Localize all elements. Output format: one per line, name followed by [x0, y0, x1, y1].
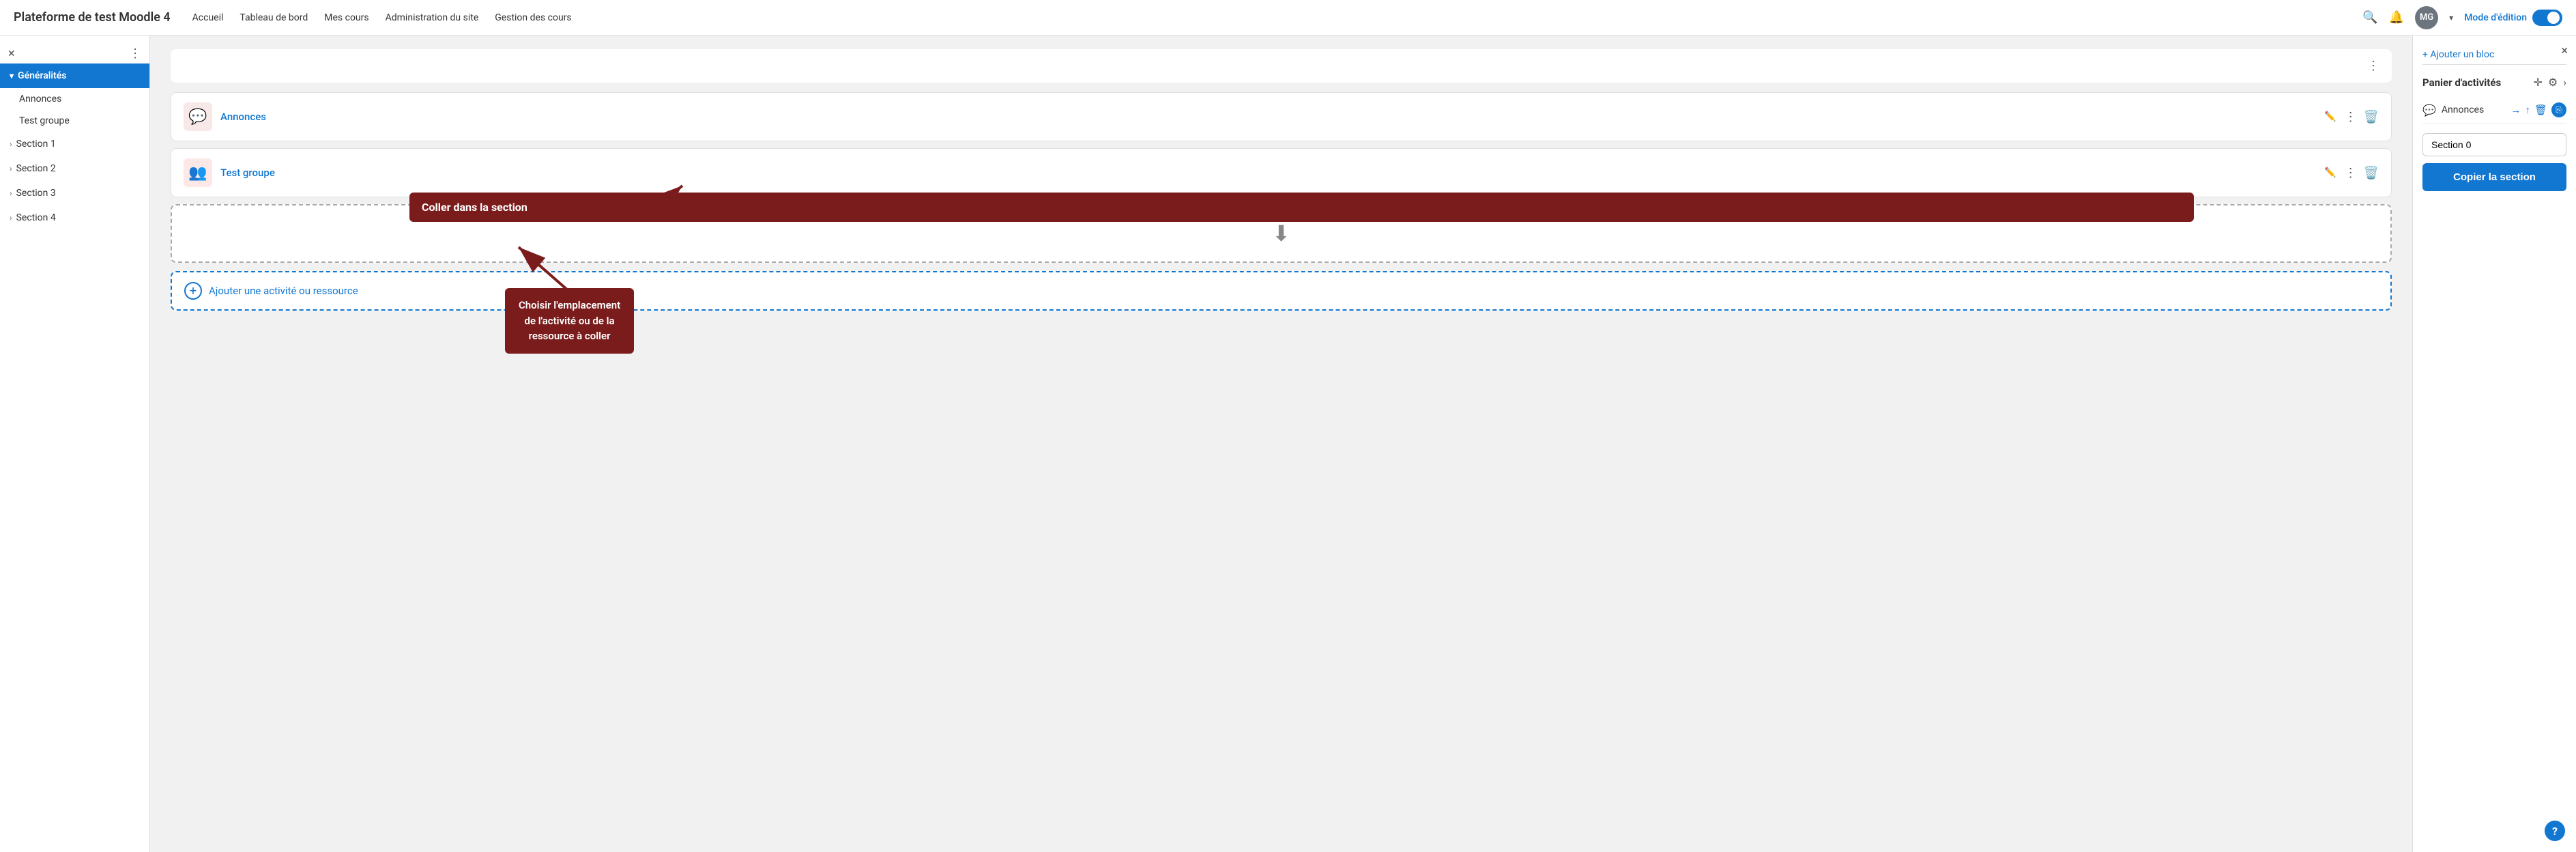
activity-actions-annonces: ⋮ 🗑️	[2345, 110, 2379, 124]
sidebar-close-icon[interactable]: ×	[8, 46, 15, 61]
top-navigation: Plateforme de test Moodle 4 Accueil Tabl…	[0, 0, 2576, 36]
sidebar-section-1[interactable]: › Section 1	[0, 132, 149, 156]
nav-tableau-de-bord[interactable]: Tableau de bord	[240, 12, 308, 23]
trash-icon[interactable]: 🗑	[2534, 104, 2547, 116]
chevron-up-icon[interactable]: ›	[2563, 76, 2566, 89]
chevron-down-icon: ›	[10, 188, 12, 198]
nav-administration[interactable]: Administration du site	[386, 12, 479, 23]
search-icon[interactable]: 🔍	[2362, 10, 2377, 25]
sidebar-section-4[interactable]: › Section 4	[0, 205, 149, 230]
nav-links: Accueil Tableau de bord Mes cours Admini…	[192, 12, 572, 23]
edition-mode-label: Mode d'édition	[2464, 12, 2527, 23]
panier-item-actions: → ↑ 🗑 ⎘	[2510, 102, 2566, 117]
add-block-button[interactable]: + Ajouter un bloc	[2422, 45, 2566, 65]
right-sidebar: × + Ajouter un bloc Panier d'activités ✛…	[2412, 36, 2576, 852]
notifications-bell-icon[interactable]: 🔔	[2389, 10, 2404, 25]
right-sidebar-close-icon[interactable]: ×	[2561, 44, 2568, 58]
nav-accueil[interactable]: Accueil	[192, 12, 224, 23]
activity-dots-menu-icon[interactable]: ⋮	[2345, 166, 2357, 180]
nav-mes-cours[interactable]: Mes cours	[324, 12, 368, 23]
plus-icon: +	[184, 282, 202, 300]
chevron-down-icon[interactable]: ▾	[2449, 13, 2453, 23]
gear-icon[interactable]: ⚙	[2548, 76, 2558, 89]
edition-mode-toggle: Mode d'édition	[2464, 10, 2562, 26]
section-dots-menu-icon[interactable]: ⋮	[2367, 59, 2379, 73]
activity-actions-test-groupe: ⋮ 🗑️	[2345, 166, 2379, 180]
sidebar-generalites-label: Généralités	[18, 70, 66, 81]
sidebar-item-generalites[interactable]: ▾ Généralités	[0, 63, 149, 88]
sidebar-menu-icon[interactable]: ⋮	[129, 46, 141, 61]
add-activity-button[interactable]: + Ajouter une activité ou ressource	[171, 271, 2392, 311]
activity-card-annonces: 💬 Annonces ✏️ ⋮ 🗑️	[171, 92, 2392, 141]
left-sidebar: × ⋮ ▾ Généralités Annonces Test groupe ›…	[0, 36, 150, 852]
avatar[interactable]: MG	[2415, 6, 2438, 29]
section-select[interactable]: Section 0 Section 1 Section 2 Section 3 …	[2422, 133, 2566, 156]
sidebar-subitem-annonces[interactable]: Annonces	[0, 88, 149, 110]
activity-card-test-groupe: 👥 Test groupe ✏️ ⋮ 🗑️	[171, 148, 2392, 197]
activity-name-annonces[interactable]: Annonces	[220, 111, 2312, 123]
drop-arrow-icon: ⬇	[1272, 221, 1290, 246]
center-content: ⋮ 💬 Annonces ✏️ ⋮ 🗑️ 👥 Test groupe ✏️ ⋮ …	[150, 36, 2412, 852]
chevron-down-icon: ›	[10, 164, 12, 173]
sidebar-subitem-test-groupe[interactable]: Test groupe	[0, 110, 149, 132]
activity-name-test-groupe[interactable]: Test groupe	[220, 167, 2312, 179]
sidebar-top-bar: × ⋮	[0, 41, 149, 63]
annonces-icon: 💬	[184, 102, 212, 131]
panier-controls: ✛ ⚙ ›	[2533, 76, 2566, 89]
chevron-down-icon: ›	[10, 213, 12, 223]
edition-mode-switch[interactable]	[2532, 10, 2562, 26]
main-layout: × ⋮ ▾ Généralités Annonces Test groupe ›…	[0, 36, 2576, 852]
edit-icon[interactable]: ✏️	[2324, 111, 2336, 122]
panier-header: Panier d'activités ✛ ⚙ ›	[2422, 76, 2566, 89]
basket-icon[interactable]: 🗑️	[2364, 166, 2379, 180]
add-block-label: + Ajouter un bloc	[2422, 49, 2494, 60]
help-button[interactable]: ?	[2545, 821, 2565, 841]
add-activity-label: Ajouter une activité ou ressource	[209, 285, 358, 297]
arrow-up-icon[interactable]: ↑	[2525, 104, 2530, 116]
copy-section-button[interactable]: Copier la section	[2422, 163, 2566, 191]
move-icon[interactable]: ✛	[2533, 76, 2542, 89]
chevron-down-icon: ›	[10, 139, 12, 149]
edit-icon[interactable]: ✏️	[2324, 167, 2336, 178]
sidebar-section-2[interactable]: › Section 2	[0, 156, 149, 181]
nav-gestion-cours[interactable]: Gestion des cours	[495, 12, 571, 23]
test-groupe-icon: 👥	[184, 158, 212, 187]
copy-button[interactable]: ⎘	[2551, 102, 2566, 117]
section-select-wrapper: Section 0 Section 1 Section 2 Section 3 …	[2422, 133, 2566, 156]
chevron-down-icon: ▾	[10, 71, 14, 81]
section-header-box: ⋮	[171, 49, 2392, 83]
callout-choisir-emplacement: Choisir l'emplacement de l'activité ou d…	[505, 288, 634, 354]
chat-icon: 💬	[2422, 104, 2436, 117]
arrow-right-icon[interactable]: →	[2510, 104, 2521, 116]
panier-item-annonces: 💬 Annonces → ↑ 🗑 ⎘	[2422, 97, 2566, 124]
callout-coller-section: Coller dans la section	[409, 193, 2194, 222]
sidebar-section-3[interactable]: › Section 3	[0, 181, 149, 205]
top-right-controls: 🔍 🔔 MG ▾ Mode d'édition	[2362, 6, 2562, 29]
activity-dots-menu-icon[interactable]: ⋮	[2345, 110, 2357, 124]
panier-item-name: Annonces	[2442, 104, 2506, 115]
brand-title: Plateforme de test Moodle 4	[14, 10, 171, 25]
basket-icon[interactable]: 🗑️	[2364, 110, 2379, 124]
panier-title: Panier d'activités	[2422, 76, 2501, 89]
